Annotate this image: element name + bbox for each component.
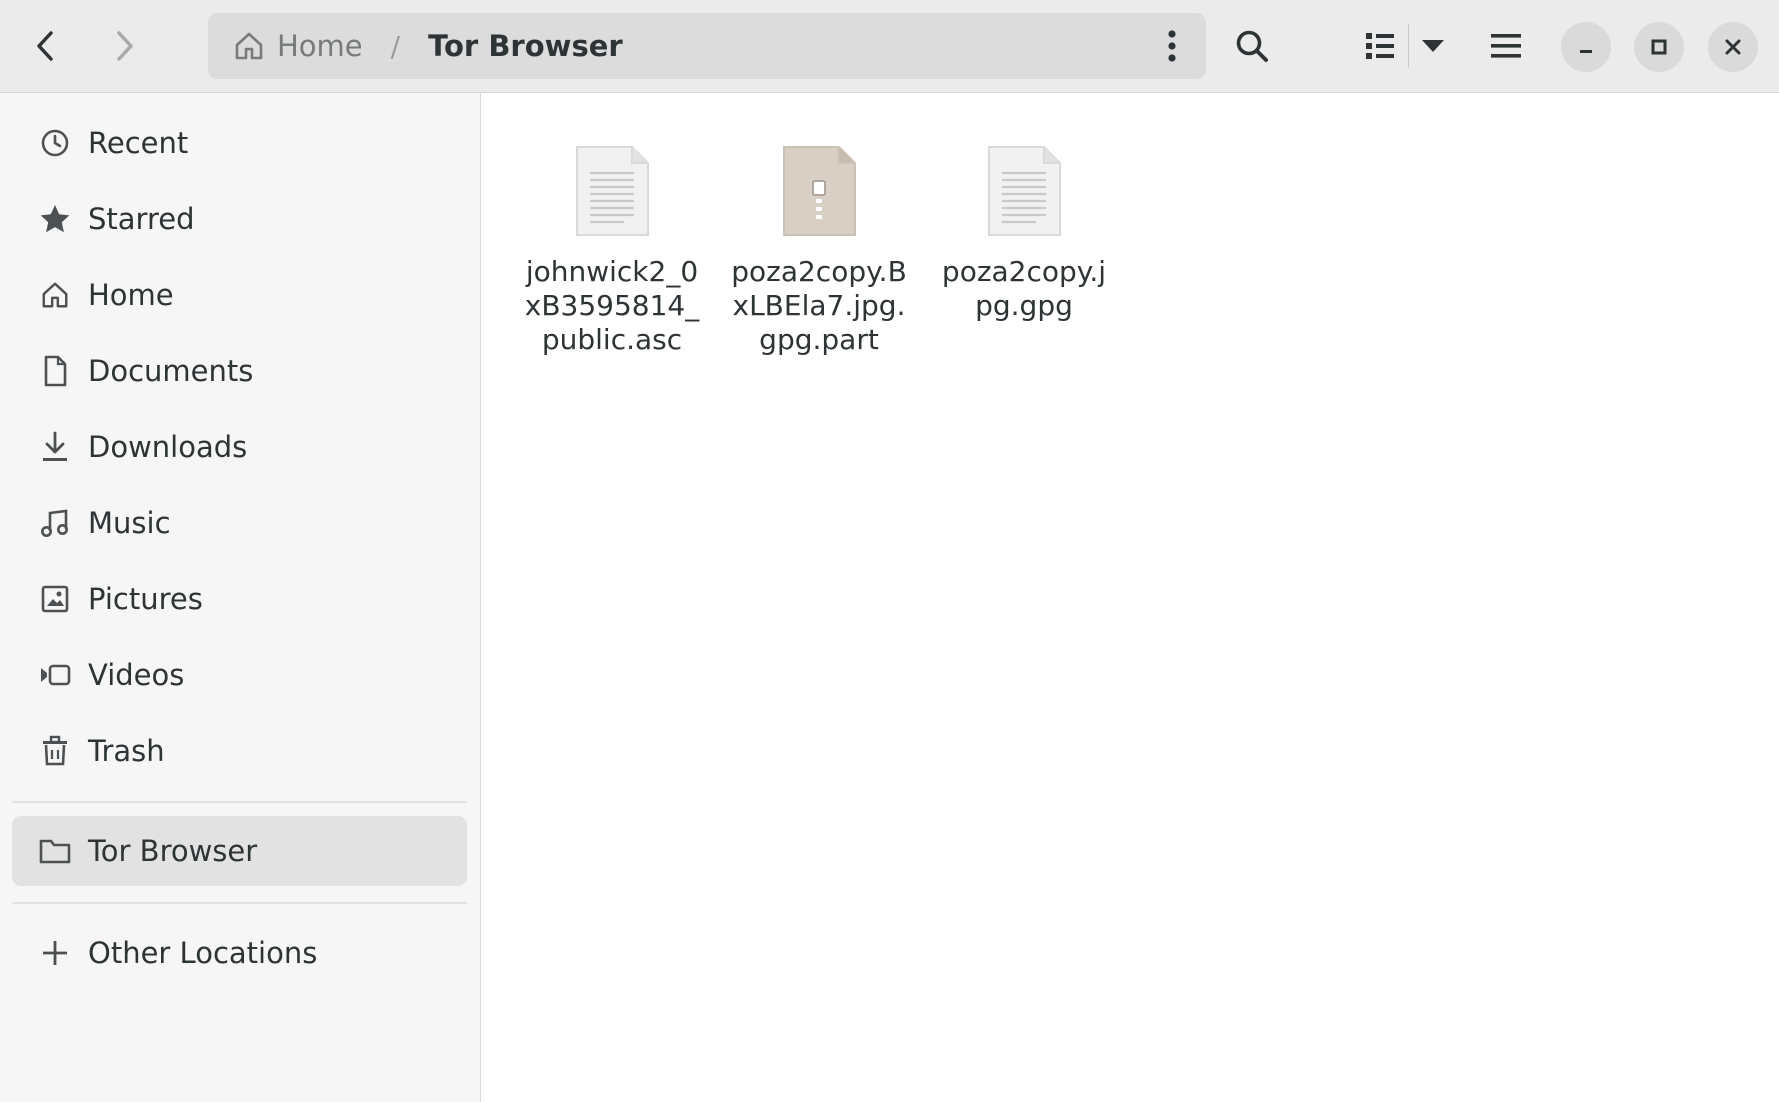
breadcrumb-separator: /: [390, 29, 401, 63]
file-view[interactable]: johnwick2_0 xB3595814_ public.asc poza2c…: [481, 93, 1779, 1102]
forward-button[interactable]: [92, 13, 156, 79]
video-icon: [39, 659, 71, 691]
breadcrumb-current[interactable]: Tor Browser: [428, 29, 623, 63]
home-icon: [235, 32, 263, 60]
sidebar-item-music[interactable]: Music: [12, 488, 467, 558]
sidebar-item-starred[interactable]: Starred: [12, 184, 467, 254]
sidebar-item-recent[interactable]: Recent: [12, 108, 467, 178]
sidebar-item-label: Music: [88, 506, 171, 540]
view-more-vertical-icon: [1168, 30, 1176, 62]
search-icon: [1236, 30, 1268, 62]
file-name: poza2copy.B xLBEla7.jpg. gpg.part: [731, 255, 907, 356]
sidebar-item-videos[interactable]: Videos: [12, 640, 467, 710]
file-item[interactable]: poza2copy.B xLBEla7.jpg. gpg.part: [729, 141, 909, 357]
sidebar-item-label: Downloads: [88, 430, 248, 464]
sidebar-item-label: Tor Browser: [88, 834, 258, 868]
sidebar-divider: [12, 801, 467, 803]
sidebar-item-label: Other Locations: [88, 936, 318, 970]
breadcrumb-home-label: Home: [277, 29, 363, 63]
text-file-icon: [564, 141, 660, 241]
file-item[interactable]: johnwick2_0 xB3595814_ public.asc: [522, 141, 702, 357]
sidebar-item-pictures[interactable]: Pictures: [12, 564, 467, 634]
file-name: poza2copy.j pg.gpg: [941, 255, 1107, 322]
open-menu-icon: [1491, 34, 1521, 58]
folder-icon: [39, 835, 71, 867]
file-manager-window: Home / Tor Browser Recent Starred Home D…: [0, 0, 1779, 1102]
sidebar-item-other-locations[interactable]: Other Locations: [12, 918, 467, 988]
plus-icon: [39, 937, 71, 969]
sidebar-item-label: Pictures: [88, 582, 203, 616]
sidebar-item-trash[interactable]: Trash: [12, 716, 467, 786]
header-bar: Home / Tor Browser: [0, 0, 1779, 93]
sidebar-item-label: Videos: [88, 658, 185, 692]
sidebar-item-label: Trash: [88, 734, 165, 768]
search-button[interactable]: [1220, 13, 1284, 79]
clock-icon: [39, 127, 71, 159]
view-mode-group: [1352, 13, 1457, 79]
sidebar-item-label: Documents: [88, 354, 254, 388]
sidebar-item-label: Starred: [88, 202, 195, 236]
main-menu-button[interactable]: [1474, 13, 1538, 79]
view-list-icon: [1366, 33, 1394, 59]
sidebar-item-tor-browser[interactable]: Tor Browser: [12, 816, 467, 886]
close-icon: [1725, 39, 1741, 55]
maximize-icon: [1651, 39, 1667, 55]
go-next-icon: [117, 31, 133, 61]
back-button[interactable]: [14, 13, 78, 79]
places-sidebar: Recent Starred Home Documents Downloads: [0, 93, 481, 1102]
text-file-icon: [976, 141, 1072, 241]
sidebar-item-label: Home: [88, 278, 174, 312]
trash-icon: [39, 735, 71, 767]
path-menu-button[interactable]: [1152, 22, 1192, 70]
file-item[interactable]: poza2copy.j pg.gpg: [934, 141, 1114, 323]
file-name: johnwick2_0 xB3595814_ public.asc: [524, 255, 700, 356]
minimize-button[interactable]: [1561, 22, 1611, 72]
sidebar-item-documents[interactable]: Documents: [12, 336, 467, 406]
maximize-button[interactable]: [1634, 22, 1684, 72]
home-icon: [39, 279, 71, 311]
sidebar-item-downloads[interactable]: Downloads: [12, 412, 467, 482]
sidebar-item-label: Recent: [88, 126, 189, 160]
document-icon: [39, 355, 71, 387]
close-button[interactable]: [1708, 22, 1758, 72]
minimize-icon: [1580, 50, 1592, 53]
music-icon: [39, 507, 71, 539]
sidebar-divider: [12, 902, 467, 904]
star-icon: [39, 203, 71, 235]
archive-file-icon: [771, 141, 867, 241]
pan-down-icon: [1422, 40, 1444, 52]
breadcrumb-current-label: Tor Browser: [428, 29, 623, 63]
picture-icon: [39, 583, 71, 615]
download-icon: [39, 431, 71, 463]
breadcrumb-home[interactable]: Home: [233, 29, 363, 63]
go-previous-icon: [37, 31, 53, 61]
path-bar: Home / Tor Browser: [208, 13, 1206, 79]
sidebar-item-home[interactable]: Home: [12, 260, 467, 330]
view-options-button[interactable]: [1409, 13, 1457, 79]
view-mode-button[interactable]: [1352, 13, 1408, 79]
